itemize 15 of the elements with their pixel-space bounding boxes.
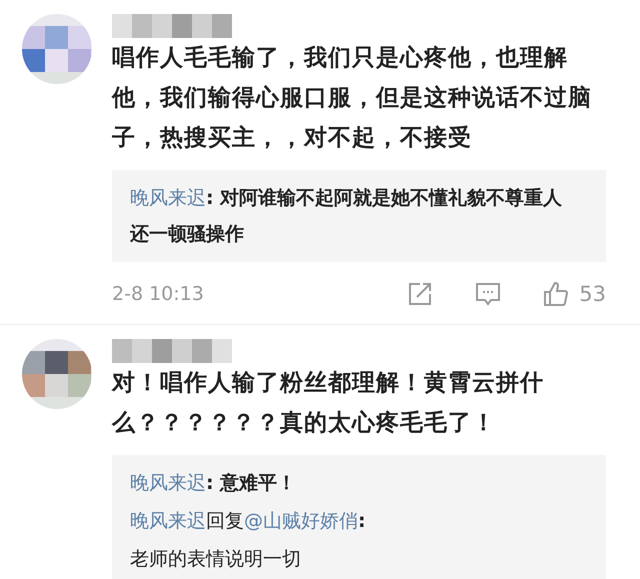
like-count: 53 (579, 282, 606, 306)
reply-username[interactable]: 晚风来迟 (130, 187, 206, 209)
thumbs-up-icon[interactable] (543, 281, 570, 307)
reply-username[interactable]: 晚风来迟 (130, 472, 206, 494)
comment-icon[interactable] (475, 281, 502, 307)
reply-text: 晚风来迟: 对阿谁输不起阿就是她不懂礼貌不尊重人还一顿骚操作 (130, 186, 564, 247)
mention-link[interactable]: @山贼好娇俏 (244, 510, 358, 532)
comment-text: 唱作人毛毛输了，我们只是心疼他，也理解他，我们输得心服口服，但是这种说话不过脑子，热搜买主，，对不起，不接受 (112, 44, 593, 153)
reply-text: 晚风来迟: 意难平！ (130, 471, 298, 496)
reply-text: 晚风来迟回复@山贼好娇俏: (130, 509, 367, 534)
reply-username[interactable]: 晚风来迟 (130, 510, 206, 532)
share-icon[interactable] (407, 281, 434, 307)
comment-text: 对！唱作人输了粉丝都理解！黄霄云拼什么？？？？？？真的太心疼毛毛了！ (112, 369, 545, 438)
reply-text: 老师的表情说明一切 (130, 548, 301, 570)
comment-time: 2-8 10:13 (112, 283, 205, 305)
